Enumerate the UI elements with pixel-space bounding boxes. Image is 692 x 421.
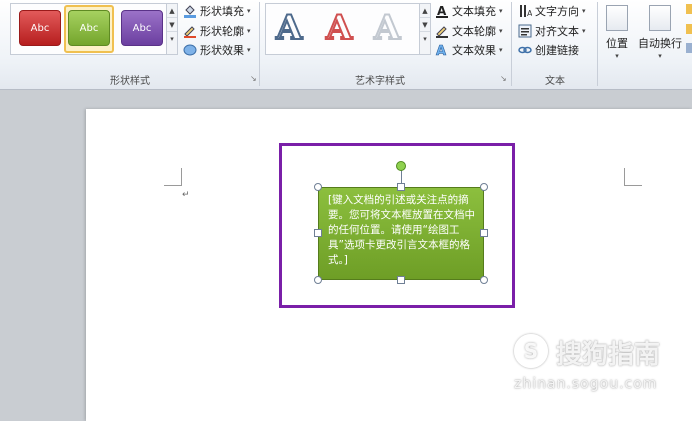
shape-style-green[interactable]: Abc	[68, 10, 110, 46]
text-fill-button[interactable]: A 文本填充 ▾	[435, 3, 503, 19]
chevron-down-icon: ▾	[499, 27, 503, 35]
shape-effects-icon	[183, 43, 197, 57]
text-effects-button[interactable]: A 文本效果 ▾	[435, 42, 503, 58]
gallery-more[interactable]: ▾	[167, 32, 177, 46]
wrap-text-icon	[649, 5, 671, 31]
margin-corner-right	[624, 168, 642, 186]
group-label-wordart-styles: 艺术字样式	[355, 76, 405, 87]
text-direction-button[interactable]: A 文字方向 ▾	[518, 3, 586, 19]
selection-pane-icon[interactable]	[686, 43, 692, 53]
gallery-scroll-down[interactable]: ▼	[167, 18, 177, 32]
divider	[597, 2, 598, 86]
shape-outline-button[interactable]: 形状轮廓 ▾	[183, 23, 251, 39]
shape-fill-button[interactable]: 形状填充 ▾	[183, 3, 251, 19]
shape-gallery-scroll: ▲ ▼ ▾	[166, 4, 177, 54]
svg-text:A: A	[436, 44, 446, 57]
text-effects-icon: A	[435, 43, 449, 57]
watermark-brand: 搜狗指南	[556, 340, 661, 370]
paragraph-mark: ↵	[182, 190, 190, 200]
text-outline-icon	[435, 24, 449, 38]
pen-outline-icon	[183, 24, 197, 38]
resize-handle-top-right[interactable]	[480, 183, 488, 191]
shape-styles-launcher-icon[interactable]: ↘	[250, 74, 257, 83]
group-label-shape-styles: 形状样式	[110, 76, 150, 87]
wordart-style-gallery: A A A ▲ ▼ ▾	[265, 3, 431, 55]
text-outline-button[interactable]: 文本轮廓 ▾	[435, 23, 503, 39]
wordart-style-outline-light[interactable]: A	[373, 7, 401, 49]
resize-handle-bottom-left[interactable]	[314, 276, 322, 284]
resize-handle-bottom[interactable]	[397, 276, 405, 284]
text-direction-icon: A	[518, 4, 532, 18]
shape-style-purple[interactable]: Abc	[121, 10, 163, 46]
align-text-button[interactable]: 对齐文本 ▾	[518, 23, 586, 39]
pull-quote-textbox[interactable]: [键入文档的引述或关注点的摘要。您可将文本框放置在文档中的任何位置。请使用“绘图…	[318, 187, 484, 280]
wordart-gallery-scroll: ▲ ▼ ▾	[419, 4, 430, 54]
text-fill-icon: A	[435, 4, 449, 18]
margin-corner-left	[164, 168, 182, 186]
gallery-scroll-up[interactable]: ▲	[167, 4, 177, 18]
sogou-logo-icon: S	[514, 334, 548, 368]
shape-effects-button[interactable]: 形状效果 ▾	[183, 42, 251, 58]
wrap-text-button[interactable]: 自动换行 ▾	[636, 5, 684, 60]
chevron-down-icon: ▾	[499, 7, 503, 15]
wordart-style-outline-gray[interactable]: A	[275, 7, 303, 49]
paint-bucket-icon	[183, 4, 197, 18]
rotation-handle[interactable]	[396, 161, 406, 171]
divider	[259, 2, 260, 86]
chevron-down-icon: ▾	[247, 27, 251, 35]
resize-handle-right[interactable]	[480, 229, 488, 237]
resize-handle-left[interactable]	[314, 229, 322, 237]
chevron-down-icon: ▾	[247, 46, 251, 54]
resize-handle-top[interactable]	[397, 183, 405, 191]
svg-text:A: A	[437, 4, 447, 18]
align-text-icon	[518, 24, 532, 38]
watermark-url: zhinan.sogou.com	[514, 376, 658, 392]
position-button[interactable]: 位置 ▾	[604, 5, 630, 60]
chevron-down-icon: ▾	[582, 27, 586, 35]
bring-forward-icon[interactable]	[686, 4, 692, 14]
ribbon: Abc Abc Abc ▲ ▼ ▾ 形状填充 ▾ 形状轮廓 ▾ 形状效果 ▾ 形状样式…	[0, 0, 692, 90]
wordart-styles-launcher-icon[interactable]: ↘	[500, 74, 507, 83]
chevron-down-icon: ▾	[499, 46, 503, 54]
position-icon	[606, 5, 628, 31]
textbox-text: [键入文档的引述或关注点的摘要。您可将文本框放置在文档中的任何位置。请使用“绘图…	[328, 194, 475, 266]
resize-handle-bottom-right[interactable]	[480, 276, 488, 284]
resize-handle-top-left[interactable]	[314, 183, 322, 191]
chevron-down-icon: ▾	[615, 52, 619, 60]
group-label-text: 文本	[545, 76, 565, 87]
gallery-more[interactable]: ▾	[420, 32, 430, 46]
shape-style-red[interactable]: Abc	[19, 10, 61, 46]
chevron-down-icon: ▾	[582, 7, 586, 15]
link-icon	[518, 43, 532, 57]
send-backward-icon[interactable]	[686, 24, 692, 34]
svg-text:A: A	[527, 9, 532, 18]
wordart-style-outline-red[interactable]: A	[325, 7, 353, 49]
gallery-scroll-up[interactable]: ▲	[420, 4, 430, 18]
gallery-scroll-down[interactable]: ▼	[420, 18, 430, 32]
create-link-button[interactable]: 创建链接	[518, 42, 579, 58]
divider	[511, 2, 512, 86]
shape-style-gallery: Abc Abc Abc ▲ ▼ ▾	[10, 3, 178, 55]
chevron-down-icon: ▾	[247, 7, 251, 15]
chevron-down-icon: ▾	[658, 52, 662, 60]
